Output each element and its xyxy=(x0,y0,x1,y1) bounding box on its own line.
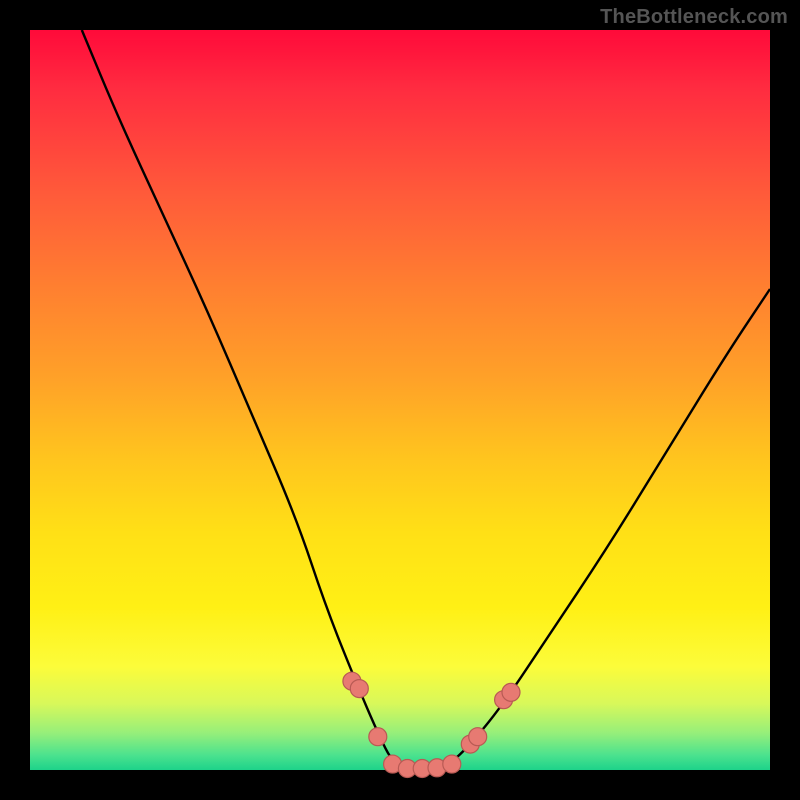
chart-frame: TheBottleneck.com xyxy=(0,0,800,800)
watermark-text: TheBottleneck.com xyxy=(600,6,788,29)
plot-area xyxy=(30,30,770,770)
